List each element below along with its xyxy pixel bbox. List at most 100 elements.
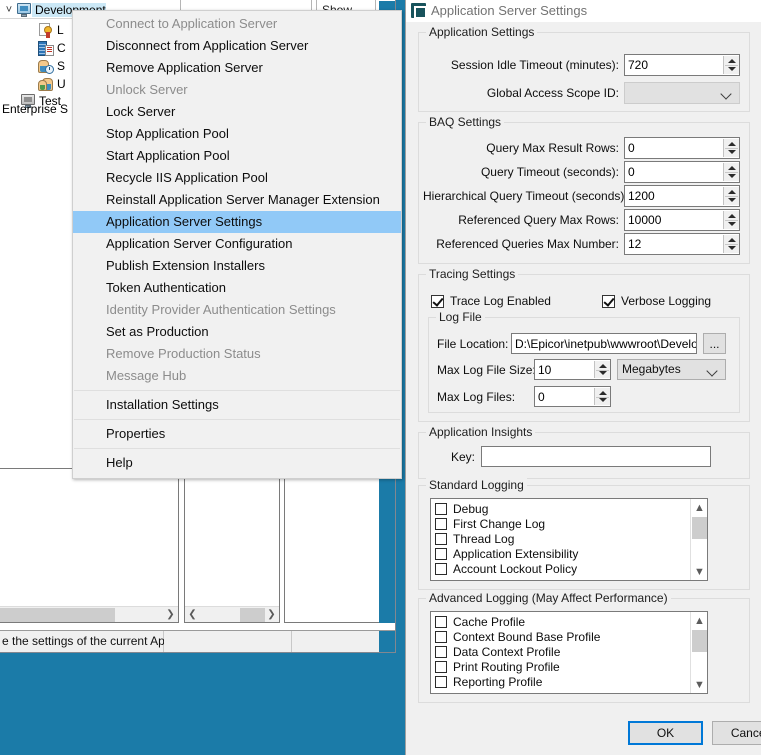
menu-item-application-server-configuration[interactable]: Application Server Configuration bbox=[73, 233, 401, 255]
advanced-logging-item-context-bound-base-profile[interactable]: Context Bound Base Profile bbox=[431, 629, 707, 644]
list-pane-1[interactable]: ❯ bbox=[0, 468, 179, 623]
scrollbar-thumb[interactable] bbox=[692, 517, 707, 539]
hscrollbar-2-right-arrow[interactable]: ❯ bbox=[264, 607, 279, 623]
menu-item-properties[interactable]: Properties bbox=[73, 423, 401, 445]
checkbox-box[interactable] bbox=[435, 630, 447, 643]
max-log-file-size-stepper[interactable] bbox=[594, 361, 610, 378]
query-max-result-rows-stepper[interactable] bbox=[723, 139, 739, 157]
advanced-logging-listbox[interactable]: Cache Profile Context Bound Base Profile D… bbox=[430, 611, 708, 694]
referenced-queries-max-number-stepper[interactable] bbox=[723, 235, 739, 253]
menu-item-lock-server[interactable]: Lock Server bbox=[73, 101, 401, 123]
tracing-settings-group: Tracing Settings Trace Log Enabled Verbo… bbox=[418, 267, 750, 422]
max-log-files-label: Max Log Files: bbox=[437, 390, 516, 404]
menu-item-publish-extension-installers[interactable]: Publish Extension Installers bbox=[73, 255, 401, 277]
query-timeout-seconds-stepper[interactable] bbox=[723, 163, 739, 181]
verbose-logging-checkbox[interactable]: Verbose Logging bbox=[602, 294, 711, 308]
hierarchical-query-timeout-seconds-input[interactable]: 1200 bbox=[624, 185, 740, 207]
standard-logging-item-debug[interactable]: Debug bbox=[431, 501, 707, 516]
max-log-files-input[interactable]: 0 bbox=[534, 386, 611, 407]
cancel-button[interactable]: Cancel bbox=[712, 721, 761, 745]
referenced-queries-max-number-label: Referenced Queries Max Number: bbox=[436, 237, 619, 251]
list-item-label: Account Lockout Policy bbox=[453, 561, 578, 576]
max-log-file-size-input[interactable]: 10 bbox=[534, 359, 611, 380]
menu-item-help[interactable]: Help bbox=[73, 452, 401, 474]
list-pane-2[interactable]: ❮ ❯ bbox=[184, 468, 280, 623]
hscrollbar-1[interactable]: ❯ bbox=[0, 606, 178, 622]
checkbox-box[interactable] bbox=[435, 675, 447, 688]
application-settings-group: Application Settings Session Idle Timeou… bbox=[418, 25, 750, 112]
checkbox-box[interactable] bbox=[435, 547, 447, 560]
checkbox-box[interactable] bbox=[435, 645, 447, 658]
menu-separator bbox=[74, 448, 400, 449]
session-idle-timeout-stepper[interactable] bbox=[723, 56, 739, 74]
advanced-logging-items: Cache Profile Context Bound Base Profile D… bbox=[431, 612, 707, 689]
hscrollbar-1-right-arrow[interactable]: ❯ bbox=[163, 607, 178, 623]
referenced-query-max-rows-stepper[interactable] bbox=[723, 211, 739, 229]
standard-logging-listbox[interactable]: Debug First Change Log Thread Log Applicati… bbox=[430, 498, 708, 581]
insights-key-input[interactable] bbox=[481, 446, 711, 467]
scroll-up-icon[interactable]: ▲ bbox=[691, 612, 707, 629]
menu-item-installation-settings[interactable]: Installation Settings bbox=[73, 394, 401, 416]
application-settings-caption: Application Settings bbox=[426, 25, 538, 39]
menu-item-stop-application-pool[interactable]: Stop Application Pool bbox=[73, 123, 401, 145]
max-log-files-stepper[interactable] bbox=[594, 388, 610, 405]
advanced-logging-scrollbar[interactable]: ▲ ▼ bbox=[690, 612, 707, 693]
trace-log-enabled-checkbox[interactable]: Trace Log Enabled bbox=[431, 294, 551, 308]
query-timeout-seconds-input[interactable]: 0 bbox=[624, 161, 740, 183]
checkbox-box[interactable] bbox=[435, 562, 447, 575]
tree-node-company[interactable]: C bbox=[38, 39, 66, 57]
referenced-queries-max-number-input[interactable]: 12 bbox=[624, 233, 740, 255]
menu-item-token-authentication[interactable]: Token Authentication bbox=[73, 277, 401, 299]
tree-node-users-label: U bbox=[57, 77, 66, 91]
menu-item-reinstall-application-server-manager-extension[interactable]: Reinstall Application Server Manager Ext… bbox=[73, 189, 401, 211]
standard-logging-item-thread-log[interactable]: Thread Log bbox=[431, 531, 707, 546]
server-context-menu[interactable]: Connect to Application Server Disconnect … bbox=[72, 10, 402, 479]
checkbox-box[interactable] bbox=[435, 517, 447, 530]
list-item-label: Debug bbox=[453, 501, 489, 516]
query-max-result-rows-input[interactable]: 0 bbox=[624, 137, 740, 159]
scroll-up-icon[interactable]: ▲ bbox=[691, 499, 707, 516]
menu-item-disconnect-from-application-server[interactable]: Disconnect from Application Server bbox=[73, 35, 401, 57]
chevron-down-icon[interactable]: ˅ bbox=[2, 1, 16, 19]
global-access-scope-dropdown[interactable] bbox=[624, 82, 740, 104]
standard-logging-item-account-lockout-policy[interactable]: Account Lockout Policy bbox=[431, 561, 707, 576]
checkbox-box[interactable] bbox=[435, 532, 447, 545]
checkbox-box[interactable] bbox=[435, 502, 447, 515]
advanced-logging-item-data-context-profile[interactable]: Data Context Profile bbox=[431, 644, 707, 659]
scrollbar-thumb[interactable] bbox=[692, 630, 707, 652]
ok-button-label: OK bbox=[656, 726, 675, 740]
list-pane-3[interactable] bbox=[284, 468, 380, 623]
ok-button[interactable]: OK bbox=[628, 721, 703, 745]
hierarchical-query-timeout-seconds-stepper[interactable] bbox=[723, 187, 739, 205]
menu-item-application-server-settings[interactable]: Application Server Settings bbox=[73, 211, 401, 233]
tree-node-license[interactable]: L bbox=[38, 21, 64, 39]
hscrollbar-1-thumb[interactable] bbox=[0, 608, 115, 622]
menu-item-remove-application-server[interactable]: Remove Application Server bbox=[73, 57, 401, 79]
checkbox-box[interactable] bbox=[435, 660, 447, 673]
advanced-logging-item-cache-profile[interactable]: Cache Profile bbox=[431, 614, 707, 629]
referenced-query-max-rows-input[interactable]: 10000 bbox=[624, 209, 740, 231]
scroll-down-icon[interactable]: ▼ bbox=[691, 676, 707, 693]
standard-logging-item-application-extensibility[interactable]: Application Extensibility bbox=[431, 546, 707, 561]
hscrollbar-2-left-arrow[interactable]: ❮ bbox=[185, 607, 200, 623]
hscrollbar-2-thumb[interactable] bbox=[240, 608, 265, 622]
menu-item-set-as-production[interactable]: Set as Production bbox=[73, 321, 401, 343]
session-idle-timeout-input[interactable]: 720 bbox=[624, 54, 740, 76]
scroll-down-icon[interactable]: ▼ bbox=[691, 563, 707, 580]
menu-item-recycle-iis-application-pool[interactable]: Recycle IIS Application Pool bbox=[73, 167, 401, 189]
file-location-input[interactable]: D:\Epicor\inetpub\wwwroot\Develo bbox=[511, 333, 697, 354]
advanced-logging-item-print-routing-profile[interactable]: Print Routing Profile bbox=[431, 659, 707, 674]
standard-logging-item-first-change-log[interactable]: First Change Log bbox=[431, 516, 707, 531]
menu-item-start-application-pool[interactable]: Start Application Pool bbox=[73, 145, 401, 167]
checkbox-box[interactable] bbox=[435, 615, 447, 628]
standard-logging-scrollbar[interactable]: ▲ ▼ bbox=[690, 499, 707, 580]
list-item-label: Context Bound Base Profile bbox=[453, 629, 601, 644]
hscrollbar-2[interactable]: ❮ ❯ bbox=[185, 606, 279, 622]
log-size-unit-dropdown[interactable]: Megabytes bbox=[617, 359, 726, 380]
log-file-group: Log File File Location: D:\Epicor\inetpu… bbox=[428, 310, 740, 413]
query-timeout-seconds-label: Query Timeout (seconds): bbox=[480, 165, 619, 179]
advanced-logging-item-reporting-profile[interactable]: Reporting Profile bbox=[431, 674, 707, 689]
tree-node-sessions[interactable]: S bbox=[38, 57, 65, 75]
tree-node-users[interactable]: U bbox=[38, 75, 66, 93]
file-location-browse-button[interactable]: ... bbox=[703, 333, 726, 354]
